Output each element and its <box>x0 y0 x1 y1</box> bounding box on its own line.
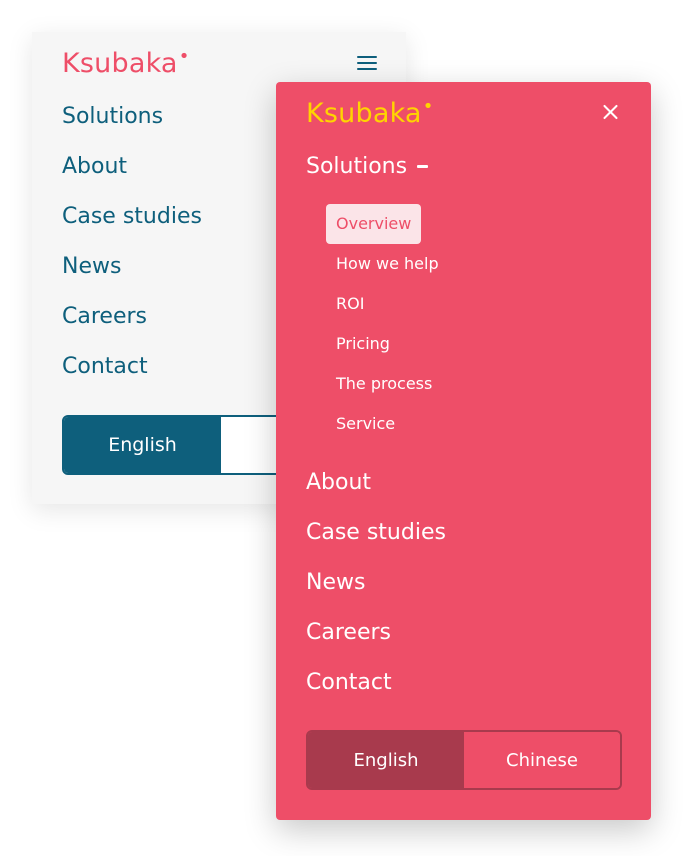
nav-item-case-studies[interactable]: Case studies <box>306 520 446 570</box>
nav-item-about[interactable]: About <box>306 470 446 520</box>
language-switcher: English Chinese <box>306 730 622 790</box>
nav-item-news[interactable]: News <box>62 254 202 304</box>
pink-mobile-menu: Ksubaka• Solutions Overview How we help … <box>276 82 651 820</box>
logo-dot: • <box>422 96 434 117</box>
collapse-minus-icon[interactable] <box>417 165 429 168</box>
ksubaka-logo[interactable]: Ksubaka• <box>306 96 434 129</box>
nav-item-about[interactable]: About <box>62 154 202 204</box>
submenu-item-roi[interactable]: ROI <box>326 284 449 324</box>
pink-nav-list: About Case studies News Careers Contact <box>306 470 446 720</box>
submenu-item-overview[interactable]: Overview <box>326 204 422 244</box>
submenu-item-pricing[interactable]: Pricing <box>326 324 449 364</box>
solutions-label: Solutions <box>306 154 408 179</box>
nav-item-contact[interactable]: Contact <box>62 354 202 404</box>
hamburger-menu-icon[interactable] <box>357 56 377 70</box>
ksubaka-logo[interactable]: Ksubaka• <box>62 46 190 79</box>
nav-item-solutions[interactable]: Solutions <box>62 104 202 154</box>
language-english-button[interactable]: English <box>308 732 464 788</box>
language-chinese-button[interactable]: Chinese <box>464 732 620 788</box>
logo-dot: • <box>178 46 190 67</box>
submenu-item-service[interactable]: Service <box>326 404 449 444</box>
solutions-submenu: Overview How we help ROI Pricing The pro… <box>326 204 449 444</box>
nav-item-news[interactable]: News <box>306 570 446 620</box>
submenu-item-how-we-help[interactable]: How we help <box>326 244 449 284</box>
nav-item-contact[interactable]: Contact <box>306 670 446 720</box>
nav-item-case-studies[interactable]: Case studies <box>62 204 202 254</box>
nav-item-careers[interactable]: Careers <box>62 304 202 354</box>
submenu-item-the-process[interactable]: The process <box>326 364 449 404</box>
nav-item-careers[interactable]: Careers <box>306 620 446 670</box>
nav-item-solutions-expanded[interactable]: Solutions <box>306 154 429 179</box>
close-icon[interactable] <box>600 102 620 122</box>
language-english-button[interactable]: English <box>64 417 221 473</box>
light-nav-list: Solutions About Case studies News Career… <box>62 104 202 404</box>
